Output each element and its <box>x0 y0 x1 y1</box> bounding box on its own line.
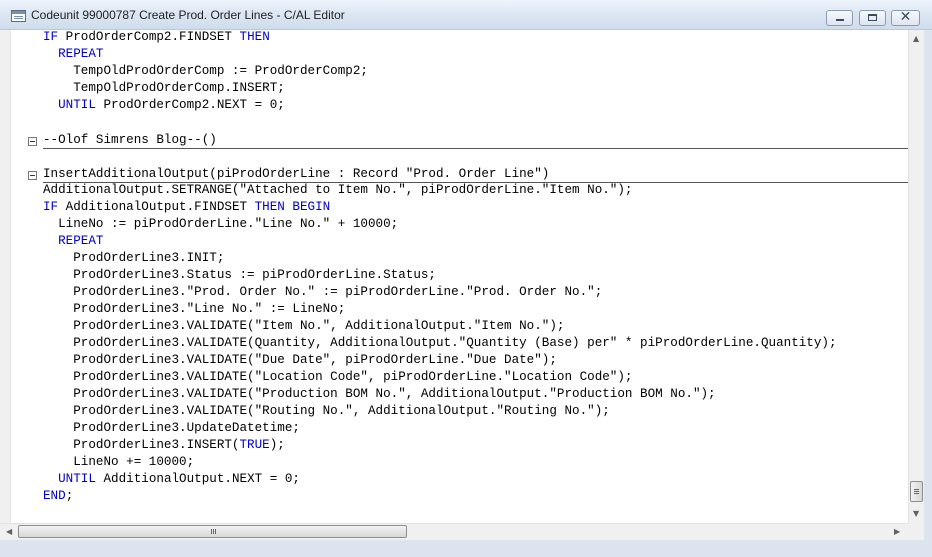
keyword-token: TRUE <box>239 438 270 452</box>
code-token: ProdOrderLine3.INSERT( <box>43 438 240 452</box>
code-line[interactable]: ProdOrderLine3.VALIDATE(Quantity, Additi… <box>43 335 837 352</box>
scrollbar-corner <box>908 523 924 540</box>
code-line[interactable]: ProdOrderLine3.VALIDATE("Location Code",… <box>43 369 632 386</box>
code-token: AdditionalOutput.NEXT = 0; <box>95 472 300 486</box>
code-token: ProdOrderLine3."Line No." := LineNo; <box>43 302 346 316</box>
editor-gutter <box>0 30 11 523</box>
app-icon <box>11 10 26 22</box>
code-line[interactable]: IF ProdOrderComp2.FINDSET THEN <box>43 29 270 46</box>
vertical-scroll-thumb[interactable] <box>910 481 923 502</box>
keyword-token: REPEAT <box>58 47 104 61</box>
code-token: ProdOrderLine3.UpdateDatetime; <box>43 421 300 435</box>
keyword-token: UNTIL <box>58 98 96 112</box>
code-line[interactable]: ProdOrderLine3."Prod. Order No." := piPr… <box>43 284 602 301</box>
keyword-token: UNTIL <box>58 472 96 486</box>
code-token: LineNo += 10000; <box>43 455 195 469</box>
code-line[interactable]: TempOldProdOrderComp.INSERT; <box>43 80 285 97</box>
fold-minus-icon[interactable] <box>28 137 37 146</box>
code-line[interactable]: LineNo := piProdOrderLine."Line No." + 1… <box>43 216 398 233</box>
code-token: ProdOrderLine3.VALIDATE("Item No.", Addi… <box>43 319 565 333</box>
keyword-token: REPEAT <box>58 234 104 248</box>
keyword-token: IF <box>43 200 59 214</box>
code-token: ProdOrderComp2.NEXT = 0; <box>95 98 285 112</box>
code-line[interactable]: AdditionalOutput.SETRANGE("Attached to I… <box>43 182 632 199</box>
code-token: ; <box>65 489 74 503</box>
keyword-token: THEN <box>239 30 270 44</box>
code-line[interactable]: ProdOrderLine3.VALIDATE("Due Date", piPr… <box>43 352 557 369</box>
scroll-up-icon[interactable]: ▲ <box>913 34 919 44</box>
code-token: ProdOrderLine3.VALIDATE("Due Date", piPr… <box>43 353 557 367</box>
code-token: ProdOrderLine3.INIT; <box>43 251 225 265</box>
code-token: AdditionalOutput.FINDSET <box>58 200 255 214</box>
window-title: Codeunit 99000787 Create Prod. Order Lin… <box>31 8 345 22</box>
close-icon: ✕ <box>899 9 912 25</box>
code-token: LineNo := piProdOrderLine."Line No." + 1… <box>43 217 399 231</box>
code-line[interactable]: ProdOrderLine3.VALIDATE("Item No.", Addi… <box>43 318 564 335</box>
code-line[interactable]: UNTIL AdditionalOutput.NEXT = 0; <box>43 471 300 488</box>
code-token: AdditionalOutput.SETRANGE("Attached to I… <box>43 183 633 197</box>
code-token: ProdOrderComp2.FINDSET <box>58 30 240 44</box>
keyword-token: END <box>43 489 66 503</box>
minimize-button[interactable] <box>826 10 853 26</box>
code-line[interactable]: UNTIL ProdOrderComp2.NEXT = 0; <box>43 97 285 114</box>
code-line[interactable]: LineNo += 10000; <box>43 454 194 471</box>
keyword-token: IF <box>43 30 59 44</box>
code-line[interactable]: ProdOrderLine3.Status := piProdOrderLine… <box>43 267 436 284</box>
trigger-header[interactable]: InsertAdditionalOutput(piProdOrderLine :… <box>43 166 549 183</box>
title-bar[interactable]: Codeunit 99000787 Create Prod. Order Lin… <box>0 0 932 30</box>
code-line[interactable]: REPEAT <box>43 46 103 63</box>
window-frame-bottom <box>0 540 932 557</box>
code-token: ProdOrderLine3.Status := piProdOrderLine… <box>43 268 436 282</box>
trigger-header[interactable]: --Olof Simrens Blog--() <box>43 132 217 149</box>
code-token: --Olof Simrens Blog--() <box>43 133 217 147</box>
code-line[interactable]: ProdOrderLine3.VALIDATE("Production BOM … <box>43 386 716 403</box>
code-line[interactable]: ProdOrderLine3.INSERT(TRUE); <box>43 437 285 454</box>
vertical-scrollbar[interactable]: ▲ ▼ <box>908 30 924 523</box>
scroll-down-icon[interactable]: ▼ <box>913 509 919 519</box>
code-line[interactable]: ProdOrderLine3.UpdateDatetime; <box>43 420 300 437</box>
code-line[interactable]: IF AdditionalOutput.FINDSET THEN BEGIN <box>43 199 330 216</box>
code-line[interactable]: TempOldProdOrderComp := ProdOrderComp2; <box>43 63 368 80</box>
close-button[interactable]: ✕ <box>891 9 920 26</box>
window-frame-right <box>924 30 932 540</box>
trigger-divider <box>43 148 908 149</box>
code-line[interactable]: ProdOrderLine3."Line No." := LineNo; <box>43 301 345 318</box>
horizontal-scroll-thumb[interactable] <box>18 525 407 538</box>
code-token: InsertAdditionalOutput(piProdOrderLine :… <box>43 167 550 181</box>
code-line[interactable]: REPEAT <box>43 233 103 250</box>
code-line[interactable]: ProdOrderLine3.VALIDATE("Routing No.", A… <box>43 403 610 420</box>
code-token: TempOldProdOrderComp := ProdOrderComp2; <box>43 64 368 78</box>
code-token: ProdOrderLine3.VALIDATE("Routing No.", A… <box>43 404 610 418</box>
code-line[interactable]: ProdOrderLine3.INIT; <box>43 250 224 267</box>
code-token: ); <box>269 438 285 452</box>
code-token: ProdOrderLine3."Prod. Order No." := piPr… <box>43 285 603 299</box>
scroll-left-icon[interactable]: ◀ <box>6 527 12 537</box>
maximize-button[interactable] <box>859 10 886 26</box>
code-token: ProdOrderLine3.VALIDATE(Quantity, Additi… <box>43 336 837 350</box>
horizontal-scrollbar[interactable]: ◀ ▶ <box>0 523 908 540</box>
scroll-right-icon[interactable]: ▶ <box>894 527 900 537</box>
code-token: ProdOrderLine3.VALIDATE("Location Code",… <box>43 370 633 384</box>
minimize-icon <box>836 19 844 21</box>
maximize-icon <box>868 14 877 21</box>
code-line[interactable]: END; <box>43 488 73 505</box>
keyword-token: THEN BEGIN <box>254 200 331 214</box>
code-token: TempOldProdOrderComp.INSERT; <box>43 81 285 95</box>
fold-minus-icon[interactable] <box>28 171 37 180</box>
code-token: ProdOrderLine3.VALIDATE("Production BOM … <box>43 387 716 401</box>
